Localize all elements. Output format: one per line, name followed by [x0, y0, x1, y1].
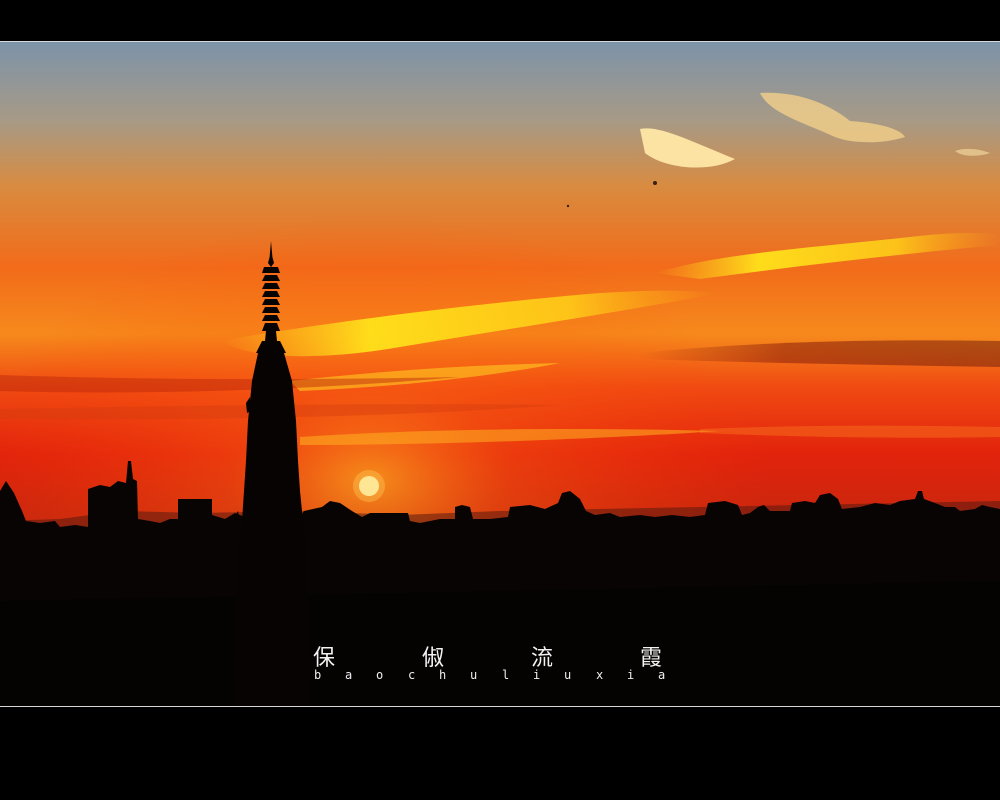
frame-border-bottom [0, 706, 1000, 707]
caption-title: 保 俶 流 霞 [310, 640, 680, 671]
caption-letter: o [376, 668, 384, 682]
caption-letter: u [470, 668, 478, 682]
caption-letter: b [314, 668, 322, 682]
sunset-scene [0, 41, 1000, 707]
sun-halo [353, 470, 385, 502]
bird [566, 204, 570, 208]
caption-romanization: b a o c h u l i u x i a [314, 668, 674, 684]
caption-letter: h [439, 668, 447, 682]
caption-letter: i [627, 668, 635, 682]
caption-letter: u [564, 668, 572, 682]
bird [653, 181, 657, 185]
caption-letter: a [658, 668, 666, 682]
sunset-photo [0, 41, 1000, 707]
frame-border-top [0, 41, 1000, 42]
caption-letter: x [596, 668, 604, 682]
caption-letter: c [408, 668, 416, 682]
caption-letter: l [502, 668, 510, 682]
caption-letter: i [533, 668, 541, 682]
caption-letter: a [345, 668, 353, 682]
